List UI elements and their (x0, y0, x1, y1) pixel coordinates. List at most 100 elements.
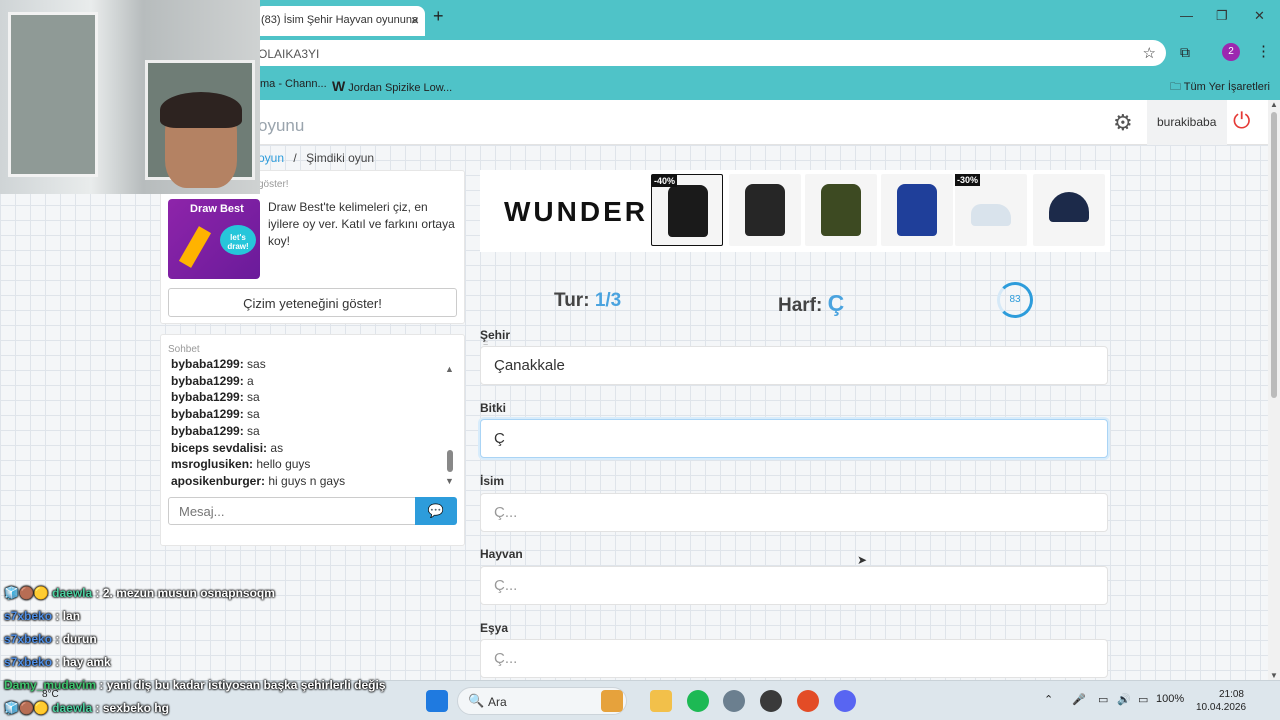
isim-input[interactable]: Ç... (480, 493, 1108, 532)
ad-product-sweatshirt[interactable] (729, 174, 801, 246)
chat-text: as (270, 440, 284, 455)
field-label-isim: İsim (480, 474, 505, 488)
pencil-icon (178, 226, 212, 268)
field-label-esya: Eşya (480, 621, 509, 635)
stream-user: Damy_mudavim (4, 678, 97, 692)
chat-message: bybaba1299: sa (171, 406, 441, 423)
search-label: Ara (488, 695, 507, 709)
power-icon[interactable]: ⏻ (1233, 108, 1250, 134)
stream-user: s7xbeko (4, 632, 53, 646)
extensions-icon[interactable]: ⧉ (1180, 44, 1190, 61)
chat-text: sa (247, 423, 260, 438)
field-label-hayvan: Hayvan (480, 547, 523, 561)
bookmark-item[interactable]: ma - Chann... (260, 78, 327, 90)
system-clock[interactable]: 21:08 10.04.2026 (1196, 688, 1247, 714)
chat-message: biceps sevdalisi: as (171, 440, 441, 457)
stream-text: : 2. mezun musun osnapnsoqm (95, 586, 275, 600)
ad-product-sneaker[interactable]: -30% (955, 174, 1027, 246)
clock-time: 21:08 (1218, 689, 1244, 700)
round-label: Tur: (554, 290, 590, 311)
close-tab-icon[interactable]: × (411, 12, 419, 28)
bookmark-item[interactable]: W Jordan Spizike Low... (332, 78, 452, 94)
sehir-input[interactable]: Çanakkale (480, 346, 1108, 385)
hayvan-input[interactable]: Ç... (480, 566, 1108, 605)
breadcrumb-link[interactable]: oyun (258, 151, 284, 165)
user-menu[interactable]: burakibaba (1147, 100, 1227, 145)
ad-product-cap[interactable] (1033, 174, 1105, 246)
all-bookmarks[interactable]: 🗀 Tüm Yer İşaretleri (1170, 78, 1270, 97)
badge-icons: 🧊🟤🟡 (4, 701, 53, 715)
scroll-up-icon[interactable]: ▲ (1270, 100, 1278, 109)
minimize-icon[interactable]: — (1180, 8, 1193, 23)
w-logo-icon: W (332, 78, 346, 94)
ad-product-zip-hoodie[interactable] (881, 174, 953, 246)
draw-best-description: Draw Best'te kelimeleri çiz, en iyilere … (268, 200, 455, 248)
chrome-icon[interactable] (797, 690, 819, 712)
squirrel-app-icon[interactable] (601, 690, 623, 712)
bookmark-star-icon[interactable]: ☆ (1143, 44, 1156, 62)
clock-date: 10.04.2026 (1196, 702, 1247, 713)
more-menu-icon[interactable]: ⋮ (1256, 42, 1271, 60)
chat-message-input[interactable] (168, 497, 416, 525)
spotify-icon[interactable] (687, 690, 709, 712)
lets-draw-bubble: let's draw! (220, 225, 256, 255)
battery-icon[interactable]: ▭ (1138, 693, 1148, 706)
stream-text: : durun (55, 632, 97, 646)
username: burakibaba (1157, 115, 1217, 129)
send-message-button[interactable]: 💬 (415, 497, 457, 525)
tray-chevron-icon[interactable]: ⌃ (1044, 693, 1053, 706)
close-window-icon[interactable]: ✕ (1254, 8, 1265, 24)
breadcrumb-current: Şimdiki oyun (306, 151, 375, 165)
gear-icon[interactable]: ⚙ (1113, 110, 1133, 136)
chat-user: bybaba1299: (171, 423, 244, 438)
scroll-down-icon[interactable]: ▼ (1270, 671, 1278, 680)
folder-icon: 🗀 (1169, 81, 1181, 93)
hoodie-icon (821, 184, 861, 236)
window-image (8, 12, 98, 177)
settings-gear-icon[interactable] (723, 690, 745, 712)
chat-scroll-up-icon[interactable]: ▲ (445, 364, 454, 374)
field-label-bitki: Bitki (480, 401, 507, 415)
stream-user: s7xbeko (4, 609, 53, 623)
chat-message: msroglusiken: hello guys (171, 456, 441, 473)
chat-messages: bybaba1299: sas bybaba1299: a bybaba1299… (171, 356, 441, 490)
url-bar[interactable]: OLAIKA3YI ☆ (248, 40, 1166, 66)
ad-product-hoodie-black[interactable]: -40% (651, 174, 723, 246)
network-icon[interactable]: ▭ (1098, 693, 1108, 706)
microphone-icon[interactable]: 🎤 (1072, 693, 1086, 706)
tab-title: (83) İsim Şehir Hayvan oyununa (261, 14, 419, 26)
draw-best-button[interactable]: Çizim yeteneğini göster! (168, 288, 457, 317)
draw-best-logo[interactable]: Draw Best let's draw! (168, 199, 260, 279)
volume-icon[interactable]: 🔊 (1117, 693, 1131, 706)
esya-input[interactable]: Ç... (480, 639, 1108, 678)
chat-user: bybaba1299: (171, 357, 244, 371)
sweatshirt-icon (745, 184, 785, 236)
discord-icon[interactable] (834, 690, 856, 712)
site-brand[interactable]: oyunu (258, 116, 304, 136)
bookmark-label: Jordan Spizike Low... (348, 82, 453, 94)
chat-user: biceps sevdalisi: (171, 440, 268, 455)
ad-banner[interactable]: WUNDER -40% -30% (480, 170, 1110, 252)
browser-tab[interactable]: (83) İsim Şehir Hayvan oyununa × (255, 6, 425, 36)
windows-start-icon[interactable] (426, 690, 448, 712)
chat-scrollbar[interactable] (447, 450, 453, 472)
stream-user: daewla (52, 701, 93, 715)
ad-product-hoodie-olive[interactable] (805, 174, 877, 246)
hoodie-icon (897, 184, 937, 236)
profile-avatar[interactable]: 2 (1222, 43, 1240, 61)
chat-user: bybaba1299: (171, 373, 244, 388)
page-scrollbar[interactable]: ▲ ▼ (1268, 100, 1280, 680)
draw-best-logo-title: Draw Best (190, 203, 244, 215)
ad-panel-title: göster! (258, 179, 289, 190)
file-explorer-icon[interactable] (650, 690, 672, 712)
chat-scroll-down-icon[interactable]: ▼ (445, 476, 454, 486)
chat-title: Sohbet (168, 344, 200, 355)
hoodie-icon (668, 185, 708, 237)
stream-text: : yani diş bu kadar istiyosan başka şehi… (99, 678, 386, 692)
obs-icon[interactable] (760, 690, 782, 712)
bitki-input[interactable]: Ç (480, 419, 1108, 458)
maximize-icon[interactable]: ❐ (1216, 8, 1228, 24)
new-tab-button[interactable]: + (433, 6, 444, 27)
scrollbar-thumb[interactable] (1271, 112, 1277, 398)
chat-message: bybaba1299: sa (171, 389, 441, 406)
